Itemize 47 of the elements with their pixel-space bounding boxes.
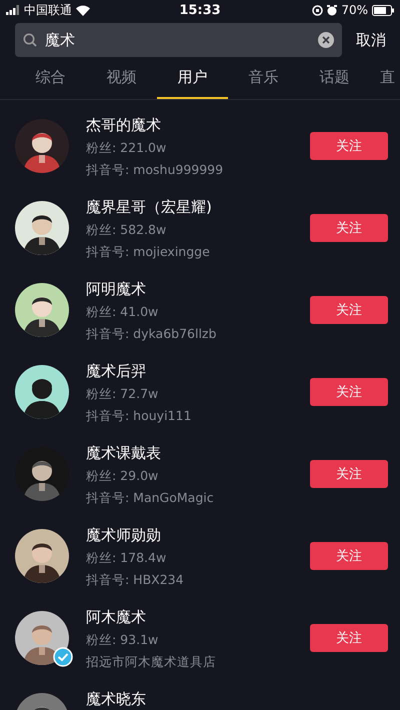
user-name: 杰哥的魔术: [86, 116, 162, 135]
user-detail: 招远市阿木魔术道具店: [86, 654, 217, 671]
tab[interactable]: 综合: [15, 57, 86, 99]
tab[interactable]: 音乐: [228, 57, 299, 99]
follow-button[interactable]: 关注: [310, 460, 388, 488]
follower-count: 粉丝: 221.0w: [86, 140, 168, 157]
follow-button[interactable]: 关注: [310, 214, 388, 242]
cancel-button[interactable]: 取消: [356, 30, 386, 50]
carrier-name: 中国联通: [24, 2, 72, 18]
user-detail: 抖音号: mojiexingge: [86, 244, 211, 261]
search-icon: [23, 33, 37, 47]
wifi-icon: [76, 4, 90, 16]
user-name: 魔术课戴表: [86, 444, 162, 463]
follower-count: 粉丝: 72.7w: [86, 386, 160, 403]
tab[interactable]: 话题: [299, 57, 370, 99]
follower-count: 粉丝: 41.0w: [86, 304, 160, 321]
follower-count: 粉丝: 582.8w: [86, 222, 168, 239]
search-field[interactable]: 魔术: [15, 23, 342, 57]
follower-count: 粉丝: 93.1w: [86, 632, 160, 649]
tab[interactable]: 视频: [86, 57, 157, 99]
user-name: 魔术师勋勋: [86, 526, 162, 545]
clock-time: 15:33: [179, 2, 221, 18]
user-name: 阿木魔术: [86, 608, 147, 627]
clear-icon[interactable]: [318, 32, 334, 48]
user-name: 魔术晓东: [86, 690, 147, 709]
alarm-icon: [327, 4, 338, 16]
user-name: 魔界星哥（宏星耀): [86, 198, 213, 217]
tab[interactable]: 用户: [157, 57, 228, 99]
signal-icon: [6, 5, 20, 15]
follow-button[interactable]: 关注: [310, 542, 388, 570]
user-name: 魔术后羿: [86, 362, 147, 381]
user-detail: 抖音号: ManGoMagic: [86, 490, 215, 507]
user-detail: 抖音号: HBX234: [86, 572, 185, 589]
user-detail: 抖音号: dyka6b76llzb: [86, 326, 218, 343]
follower-count: 粉丝: 29.0w: [86, 468, 160, 485]
follow-button[interactable]: 关注: [310, 378, 388, 406]
follow-button[interactable]: 关注: [310, 132, 388, 160]
rotation-lock-icon: [312, 4, 324, 16]
user-detail: 抖音号: houyi111: [86, 408, 192, 425]
follower-count: 粉丝: 178.4w: [86, 550, 168, 567]
user-detail: 抖音号: moshu999999: [86, 162, 224, 179]
battery-percent: 70%: [341, 3, 368, 17]
tab[interactable]: 直: [370, 57, 395, 99]
follow-button[interactable]: 关注: [310, 624, 388, 652]
user-name: 阿明魔术: [86, 280, 147, 299]
battery-icon: [372, 4, 394, 16]
follow-button[interactable]: 关注: [310, 296, 388, 324]
